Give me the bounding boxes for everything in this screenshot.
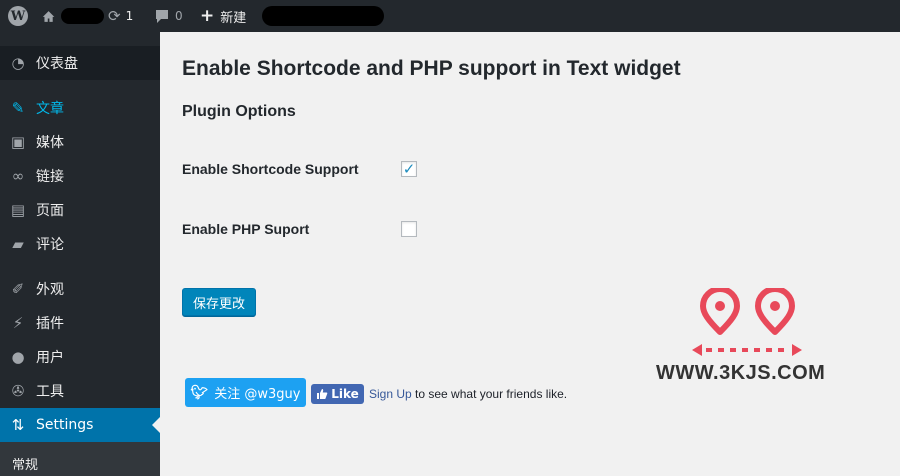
twitter-bird-icon: 🐦︎ xyxy=(190,384,209,401)
shortcode-support-label: Enable Shortcode Support xyxy=(182,161,359,177)
admin-sidebar: ◔ 仪表盘 ✎ 文章 ▣ 媒体 ∞ 链接 ▤ 页面 ▰ 评论 ✐ 外观 ⚡ 插件… xyxy=(0,32,160,476)
home-icon xyxy=(42,10,55,22)
watermark-text: WWW.3KJS.COM xyxy=(656,362,826,384)
dashboard-icon: ◔ xyxy=(11,54,25,72)
facebook-signup-text: Sign Up to see what your friends like. xyxy=(369,387,567,401)
save-button[interactable]: 保存更改 xyxy=(182,288,256,316)
sidebar-item-label: 链接 xyxy=(36,169,64,185)
sidebar-item-label: 评论 xyxy=(36,237,64,253)
sidebar-item-media[interactable]: ▣ 媒体 xyxy=(0,125,160,159)
link-icon: ∞ xyxy=(11,167,25,185)
wp-logo-menu[interactable]: W xyxy=(0,0,36,32)
map-pin-pair-icon xyxy=(692,288,802,356)
brush-icon: ✐ xyxy=(11,280,25,298)
page-icon: ▤ xyxy=(10,201,26,219)
facebook-like-label: Like xyxy=(331,387,359,401)
checkmark-icon: ✓ xyxy=(402,159,416,178)
sidebar-item-plugins[interactable]: ⚡ 插件 xyxy=(0,306,160,340)
site-name-menu[interactable] xyxy=(36,0,104,32)
sidebar-item-dashboard[interactable]: ◔ 仪表盘 xyxy=(0,46,160,80)
admin-bar: W ⟳ 1 0 + 新建 xyxy=(0,0,900,32)
submenu-item-general[interactable]: 常规 xyxy=(0,442,160,476)
sidebar-item-label: 工具 xyxy=(36,384,64,400)
plus-icon: + xyxy=(200,6,215,26)
sidebar-item-label: 页面 xyxy=(36,203,64,219)
facebook-signup-suffix: to see what your friends like. xyxy=(411,387,568,401)
sidebar-item-pages[interactable]: ▤ 页面 xyxy=(0,193,160,227)
refresh-icon: ⟳ xyxy=(108,7,121,25)
updates-menu[interactable]: ⟳ 1 xyxy=(108,0,154,32)
twitter-follow-button[interactable]: 🐦︎ 关注 @w3guy xyxy=(185,378,306,407)
section-title: Plugin Options xyxy=(182,103,296,120)
facebook-signup-link[interactable]: Sign Up xyxy=(369,387,412,401)
sidebar-item-users[interactable]: ● 用户 xyxy=(0,340,160,374)
redacted-account xyxy=(262,6,384,26)
twitter-follow-label: 关注 @w3guy xyxy=(214,387,301,402)
plugin-icon: ⚡ xyxy=(12,314,24,332)
settings-icon: ⇅ xyxy=(11,416,25,434)
comments-count: 0 xyxy=(175,9,183,23)
new-content-menu[interactable]: + 新建 xyxy=(200,0,260,32)
wordpress-icon: W xyxy=(8,6,28,26)
sidebar-item-label: 用户 xyxy=(36,350,64,366)
sidebar-item-label: 仪表盘 xyxy=(36,56,78,72)
sidebar-item-label: Settings xyxy=(36,417,94,433)
sidebar-item-settings[interactable]: ⇅ Settings xyxy=(0,408,160,442)
comment-icon: ▰ xyxy=(12,235,24,253)
sidebar-item-label: 媒体 xyxy=(36,135,64,151)
new-label: 新建 xyxy=(220,10,247,26)
shortcode-support-checkbox[interactable]: ✓ xyxy=(401,161,417,177)
php-support-checkbox[interactable] xyxy=(401,221,417,237)
comments-menu[interactable]: 0 xyxy=(154,0,200,32)
sidebar-item-comments[interactable]: ▰ 评论 xyxy=(0,227,160,261)
thumbs-up-icon xyxy=(317,389,328,399)
sidebar-item-appearance[interactable]: ✐ 外观 xyxy=(0,272,160,306)
sidebar-item-label: 外观 xyxy=(36,282,64,298)
sidebar-item-label: 文章 xyxy=(36,101,64,117)
comment-icon xyxy=(156,9,168,23)
user-icon: ● xyxy=(11,348,25,366)
page-title: Enable Shortcode and PHP support in Text… xyxy=(182,57,681,80)
wrench-icon: ✇ xyxy=(11,382,25,400)
redacted-site-name xyxy=(61,8,104,24)
watermark-logo: WWW.3KJS.COM xyxy=(656,288,836,388)
sidebar-item-label: 插件 xyxy=(36,316,64,332)
updates-count: 1 xyxy=(125,9,134,23)
sidebar-item-links[interactable]: ∞ 链接 xyxy=(0,159,160,193)
sidebar-item-tools[interactable]: ✇ 工具 xyxy=(0,374,160,408)
php-support-label: Enable PHP Suport xyxy=(182,221,310,237)
media-icon: ▣ xyxy=(10,133,26,151)
pin-icon: ✎ xyxy=(11,99,25,117)
sidebar-item-posts[interactable]: ✎ 文章 xyxy=(0,91,160,125)
facebook-like-button[interactable]: Like xyxy=(311,384,364,404)
